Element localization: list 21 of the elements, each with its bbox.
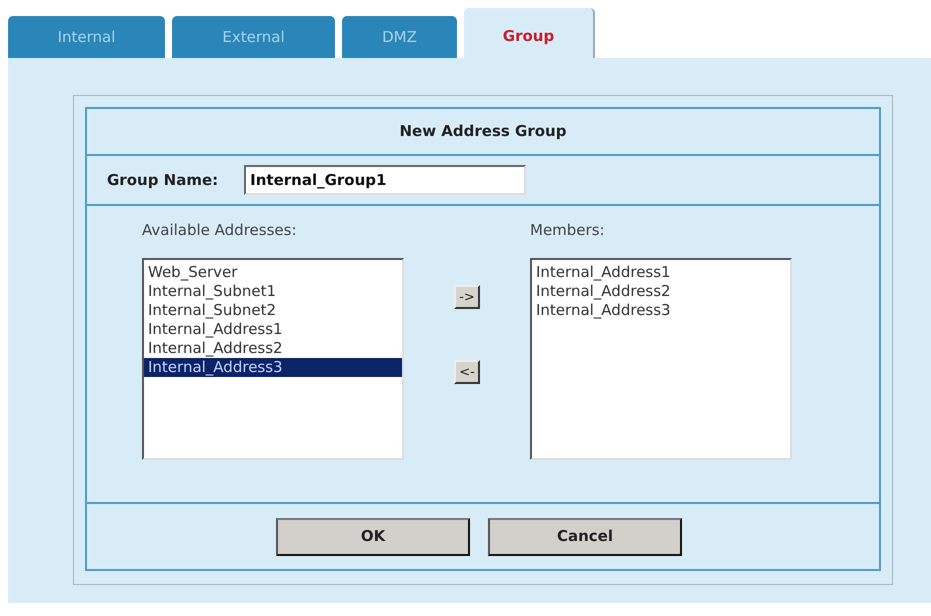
list-label: Available Addresses:	[142, 220, 298, 241]
tab[interactable]: Group	[464, 8, 595, 58]
list-item[interactable]: Internal_Address2	[144, 338, 402, 358]
move-button[interactable]: ->	[454, 285, 480, 309]
list-item[interactable]: Internal_Subnet1	[144, 282, 402, 300]
dialog-button[interactable]: Cancel	[488, 518, 682, 556]
list-label: Members:	[530, 220, 606, 241]
group-name-field[interactable]: Internal_Group1	[244, 165, 526, 195]
dialog-title: New Address Group	[400, 121, 566, 142]
list-item[interactable]: Internal_Address3	[144, 358, 402, 376]
list-item[interactable]: Web_Server	[144, 262, 402, 282]
move-button[interactable]: <-	[454, 360, 480, 384]
field-label: Group Name:	[107, 170, 218, 191]
available-list[interactable]: Web_Server Internal_Subnet1 Internal_Subnet2 Internal_Address1 Internal_Address2 Internal_Address3	[142, 258, 404, 460]
list-item[interactable]: Internal_Subnet2	[144, 300, 402, 320]
list-item[interactable]: Internal_Address1	[532, 262, 790, 282]
dialog-button[interactable]: OK	[276, 518, 470, 556]
list-item[interactable]: Internal_Address1	[144, 320, 402, 338]
list-item[interactable]: Internal_Address3	[532, 300, 790, 320]
list-item[interactable]: Internal_Address2	[532, 282, 790, 300]
members-list[interactable]: Internal_Address1 Internal_Address2 Internal_Address3	[530, 258, 792, 460]
